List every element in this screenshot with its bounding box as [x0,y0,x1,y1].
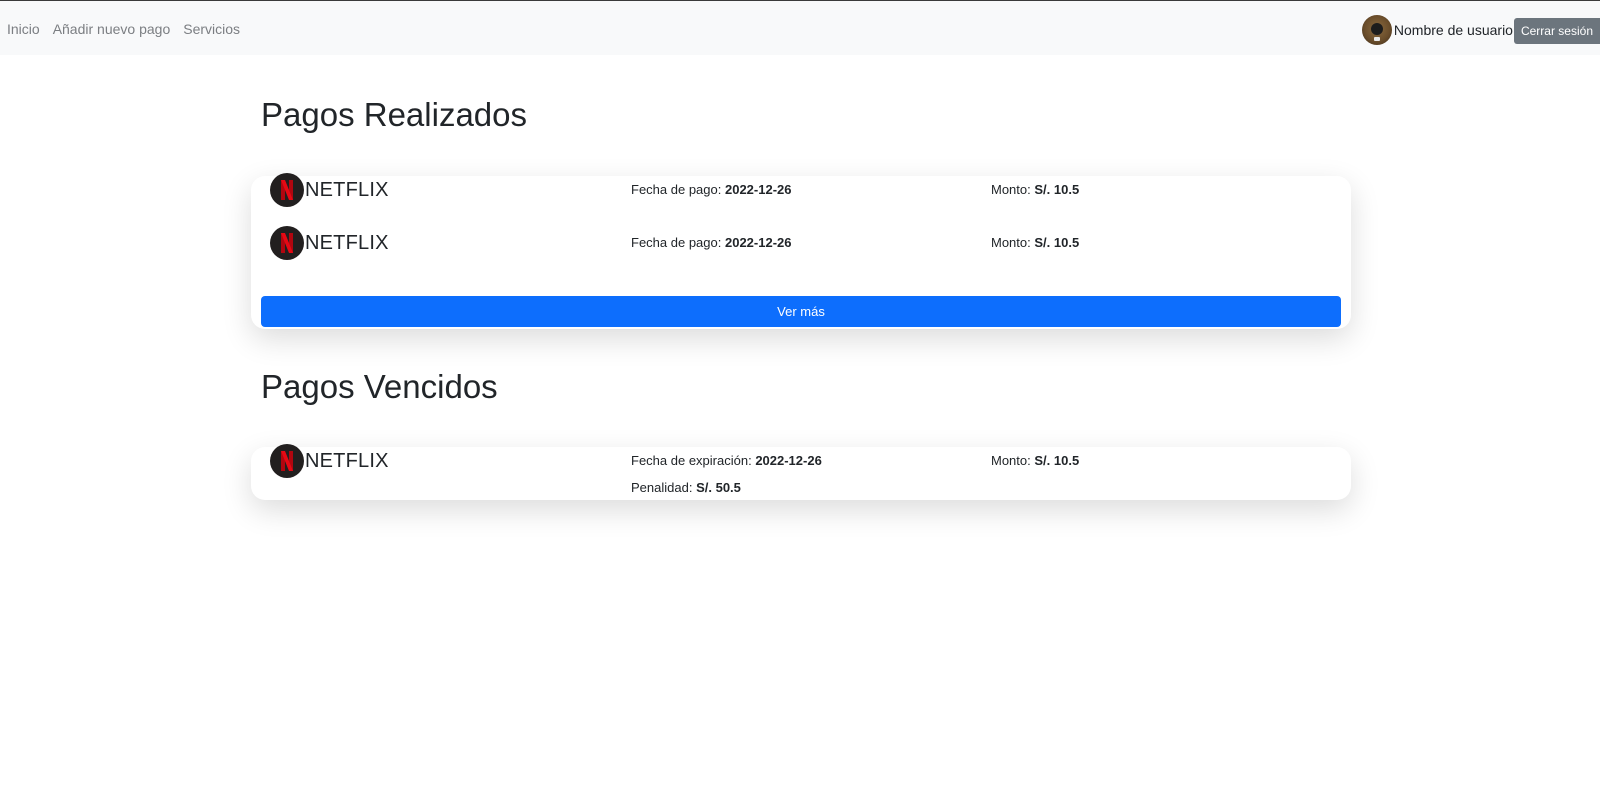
section-title-pagos-realizados: Pagos Realizados [261,96,527,133]
nav-links: Inicio Añadir nuevo pago Servicios [7,21,240,37]
payments-overdue-card: NETFLIX Fecha de expiración: 2022-12-26 … [251,444,1351,500]
navbar: Inicio Añadir nuevo pago Servicios Nombr… [0,0,1600,55]
service-name: NETFLIX [305,449,389,472]
payment-date-label: Fecha de pago: [631,235,722,250]
payments-done-card: NETFLIX Fecha de pago: 2022-12-26 Monto:… [251,173,1351,329]
netflix-logo-icon [270,444,304,478]
payment-row: NETFLIX Fecha de pago: 2022-12-26 Monto:… [251,173,1351,207]
expiration-date: Fecha de expiración: 2022-12-26 [631,453,822,468]
payment-amount: Monto: S/. 10.5 [991,235,1079,250]
service-cell: NETFLIX [270,226,389,260]
nav-link-servicios[interactable]: Servicios [183,21,240,37]
ver-mas-button[interactable]: Ver más [261,296,1341,327]
service-name: NETFLIX [305,178,389,201]
overdue-amount-value: S/. 10.5 [1034,453,1080,468]
overdue-amount-label: Monto: [991,453,1031,468]
payment-date-label: Fecha de pago: [631,182,722,197]
section-title-pagos-vencidos: Pagos Vencidos [261,368,498,405]
netflix-logo-icon [270,226,304,260]
penalty-label: Penalidad: [631,480,693,495]
nav-link-inicio[interactable]: Inicio [7,21,40,37]
payment-amount-label: Monto: [991,235,1031,250]
payment-date: Fecha de pago: 2022-12-26 [631,182,791,197]
service-name: NETFLIX [305,231,389,254]
user-menu: Nombre de usuario Cerrar sesión [1361,15,1600,45]
payment-amount-label: Monto: [991,182,1031,197]
overdue-amount: Monto: S/. 10.5 [991,453,1079,468]
penalty-value: S/. 50.5 [696,480,741,495]
nav-link-anadir-nuevo-pago[interactable]: Añadir nuevo pago [53,21,171,37]
expiration-date-value: 2022-12-26 [755,453,822,468]
expiration-date-label: Fecha de expiración: [631,453,752,468]
payment-date-value: 2022-12-26 [724,182,792,197]
payment-row: NETFLIX Fecha de pago: 2022-12-26 Monto:… [251,226,1351,260]
service-cell: NETFLIX [270,444,389,478]
logout-button[interactable]: Cerrar sesión [1513,18,1600,44]
overdue-payment-row: NETFLIX Fecha de expiración: 2022-12-26 … [251,444,1351,495]
payment-date: Fecha de pago: 2022-12-26 [631,235,791,250]
user-avatar-icon[interactable] [1361,15,1392,45]
payment-amount-value: S/. 10.5 [1034,235,1080,250]
service-cell: NETFLIX [270,173,389,207]
payment-amount-value: S/. 10.5 [1034,182,1080,197]
payment-date-value: 2022-12-26 [724,235,792,250]
penalty: Penalidad: S/. 50.5 [631,480,741,495]
username-label: Nombre de usuario [1393,22,1513,38]
netflix-logo-icon [270,173,304,207]
payment-amount: Monto: S/. 10.5 [991,182,1079,197]
